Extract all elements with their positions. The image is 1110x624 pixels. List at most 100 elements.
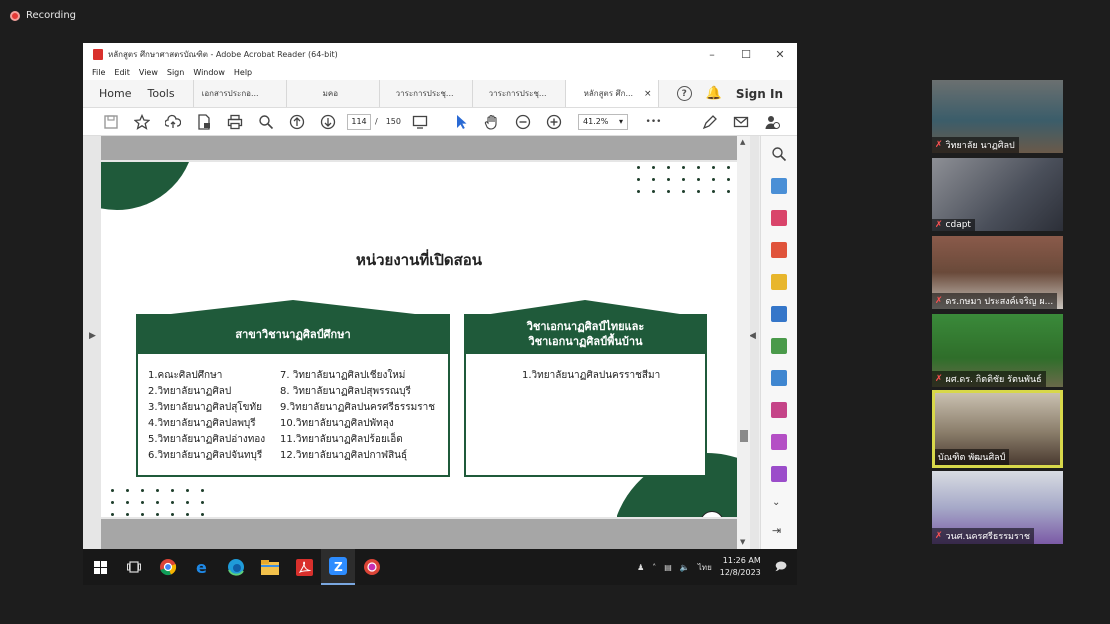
collapse-pane-icon[interactable]: ⇥ — [772, 524, 781, 537]
sign-pen-icon[interactable] — [695, 114, 726, 130]
hand-tool-icon[interactable] — [477, 114, 508, 130]
list-item: 2.วิทยาลัยนาฏศิลป — [148, 386, 232, 397]
mic-muted-icon: ✗ — [935, 296, 943, 306]
comment-icon[interactable] — [771, 274, 787, 290]
participant-tile-active-speaker[interactable]: บัณฑิต พัฒนศิลป์ — [932, 390, 1063, 468]
menu-edit[interactable]: Edit — [114, 68, 130, 77]
doc-tab-4[interactable]: วาระการประชุ... — [471, 80, 565, 107]
export-pdf-icon[interactable] — [771, 178, 787, 194]
scan-ocr-icon[interactable] — [771, 370, 787, 386]
next-page-edge — [101, 519, 737, 549]
share-user-icon[interactable] — [757, 114, 788, 130]
list-item: 8. วิทยาลัยนาฏศิลปสุพรรณบุรี — [280, 386, 411, 397]
participant-name-tag: ✗ วิทยาลัย นาฏศิลป — [932, 137, 1019, 153]
help-icon[interactable]: ? — [676, 86, 692, 101]
zoom-app-icon[interactable]: Z — [321, 549, 355, 585]
doc-tab-2[interactable]: มคอ — [285, 80, 379, 107]
mic-muted-icon: ✗ — [935, 374, 943, 384]
presentation-mode-icon[interactable] — [405, 114, 436, 130]
svg-text:Z: Z — [334, 560, 343, 574]
doc-tab-3[interactable]: วาระการประชุ... — [378, 80, 472, 107]
more-tools-icon[interactable]: ••• — [638, 117, 669, 127]
tab-tools[interactable]: Tools — [139, 80, 192, 107]
file-explorer-icon[interactable] — [253, 549, 287, 585]
chevron-up-icon[interactable]: ˄ — [652, 563, 656, 572]
protect-icon[interactable] — [771, 434, 787, 450]
edge-icon[interactable] — [219, 549, 253, 585]
sign-in-button[interactable]: Sign In — [736, 87, 783, 101]
participant-tile[interactable]: ✗ ผศ.ดร. กิตติชัย รัตนพันธ์ — [932, 314, 1063, 387]
notification-icon[interactable]: 🗩 — [775, 558, 787, 577]
chevron-down-icon[interactable]: ⌄ — [772, 497, 780, 508]
minimize-button[interactable]: – — [695, 48, 729, 61]
menu-help[interactable]: Help — [234, 68, 252, 77]
cloud-upload-icon[interactable] — [157, 114, 188, 130]
people-icon[interactable]: ♟ — [637, 563, 644, 572]
tab-close-icon[interactable]: × — [644, 89, 652, 99]
edge-legacy-icon[interactable]: e — [185, 549, 219, 585]
system-clock[interactable]: 11:26 AM 12/8/2023 — [720, 555, 761, 579]
combine-files-icon[interactable] — [771, 306, 787, 322]
participant-name-tag: ✗ cdapt — [932, 219, 975, 231]
network-icon[interactable]: ▤ — [664, 563, 672, 572]
request-signature-icon[interactable] — [771, 466, 787, 482]
tab-bar: Home Tools เอกสารประกอ... มคอ วาระการประ… — [83, 80, 797, 108]
chrome-profile-icon[interactable] — [355, 549, 389, 585]
list-item: 1.วิทยาลัยนาฏศิลปนครราชสีมา — [522, 370, 661, 381]
save-icon[interactable] — [95, 114, 126, 130]
windows-start-icon[interactable] — [83, 549, 117, 585]
zoom-level-select[interactable]: 41.2% ▾ — [577, 113, 628, 130]
clock-time: 11:26 AM — [722, 556, 761, 565]
vertical-scrollbar[interactable]: ▲ ▼ — [737, 136, 750, 549]
participant-tile[interactable]: ✗ วนศ.นครศรีธรรมราช — [932, 471, 1063, 544]
menu-file[interactable]: File — [92, 68, 105, 77]
edit-pdf-icon[interactable] — [771, 338, 787, 354]
chrome-icon[interactable] — [151, 549, 185, 585]
participant-name-tag: ✗ วนศ.นครศรีธรรมราช — [932, 528, 1034, 544]
zoom-out-icon[interactable] — [508, 114, 539, 130]
previous-page-edge — [101, 136, 737, 160]
zoom-in-icon[interactable] — [539, 114, 570, 130]
scroll-thumb[interactable] — [740, 430, 748, 442]
menu-view[interactable]: View — [139, 68, 158, 77]
zoom-level-value: 41.2% — [582, 117, 609, 126]
close-button[interactable]: ✕ — [763, 48, 797, 61]
organize-pages-icon[interactable] — [771, 210, 787, 226]
bell-icon[interactable]: 🔔 — [706, 86, 722, 101]
menu-sign[interactable]: Sign — [167, 68, 184, 77]
page-down-icon[interactable] — [312, 114, 343, 130]
create-pdf-icon[interactable] — [771, 242, 787, 258]
search-zoom-icon[interactable] — [250, 114, 281, 130]
print-icon[interactable] — [219, 114, 250, 130]
box1-title: สาขาวิชานาฏศิลป์ศึกษา — [136, 314, 450, 354]
document-area[interactable]: ▶ ◀ หน่วยงานที่เปิดสอน สาขาวิชานาฏศิลป์ศ… — [83, 136, 759, 549]
doc-tab-1[interactable]: เอกสารประกอ... — [192, 80, 286, 107]
star-icon[interactable] — [126, 113, 157, 130]
box2-title-line1: วิชาเอกนาฏศิลป์ไทยและ — [526, 320, 645, 333]
right-panel-toggle-icon[interactable]: ◀ — [749, 331, 756, 341]
fill-sign-icon[interactable] — [771, 402, 787, 418]
email-icon[interactable] — [726, 114, 757, 130]
tab-home[interactable]: Home — [83, 80, 139, 107]
volume-icon[interactable]: 🔈 — [680, 563, 690, 572]
zoom-tool-icon[interactable] — [771, 146, 787, 162]
input-language[interactable]: ไทย — [698, 561, 712, 574]
maximize-button[interactable]: ☐ — [729, 48, 763, 61]
acrobat-taskbar-icon[interactable] — [287, 549, 321, 585]
scroll-down-icon[interactable]: ▼ — [740, 538, 745, 546]
participant-tile[interactable]: ✗ cdapt — [932, 158, 1063, 231]
select-cursor-icon[interactable] — [446, 114, 477, 130]
lock-file-icon[interactable] — [188, 113, 219, 130]
doc-tab-active[interactable]: หลักสูตร ศึก... × — [564, 80, 658, 107]
task-view-icon[interactable] — [117, 549, 151, 585]
participant-tile[interactable]: ✗ วิทยาลัย นาฏศิลป — [932, 80, 1063, 153]
recording-label: Recording — [26, 10, 77, 21]
page-up-icon[interactable] — [281, 114, 312, 130]
participant-tile[interactable]: ✗ ดร.กษมา ประสงค์เจริญ ผ... — [932, 236, 1063, 309]
left-panel-toggle-icon[interactable]: ▶ — [89, 331, 96, 341]
scroll-up-icon[interactable]: ▲ — [740, 138, 745, 146]
page-number-input[interactable]: 114 — [347, 113, 371, 130]
menu-window[interactable]: Window — [193, 68, 225, 77]
list-item: 10.วิทยาลัยนาฏศิลปพัทลุง — [280, 418, 394, 429]
window-title: หลักสูตร ศึกษาศาสตรบัณฑิต - Adobe Acroba… — [108, 49, 338, 59]
